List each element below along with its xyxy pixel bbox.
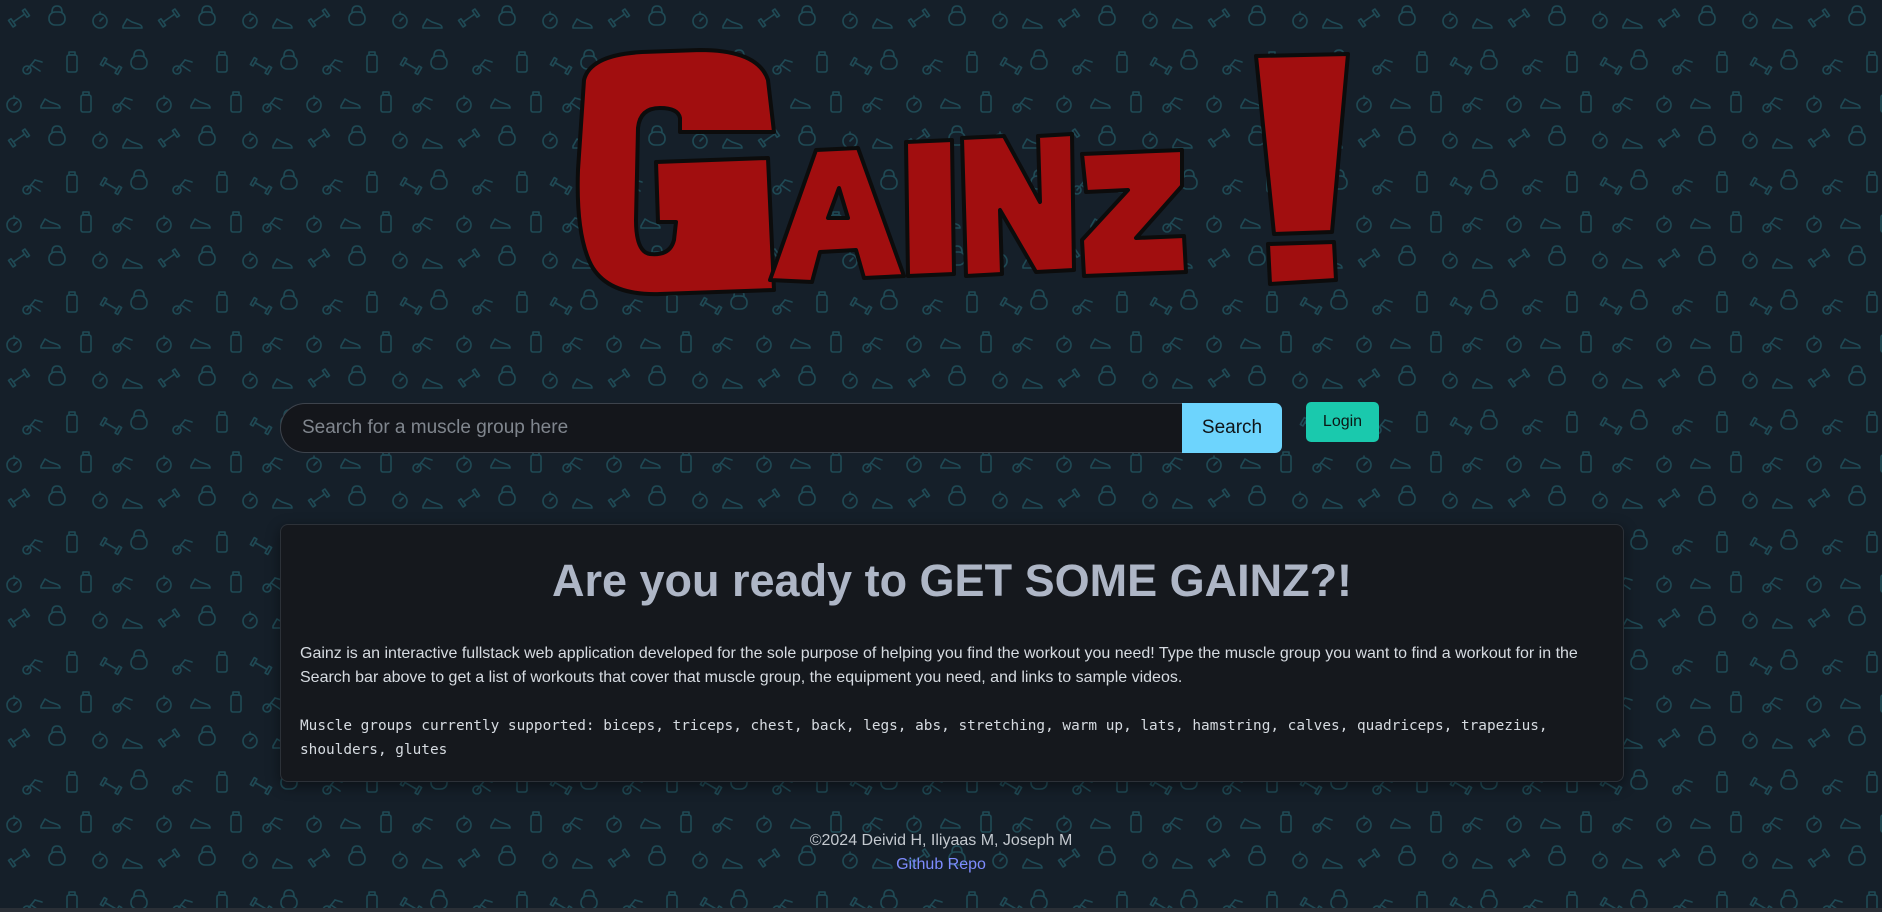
login-button[interactable]: Login bbox=[1306, 402, 1379, 442]
page-title: Are you ready to GET SOME GAINZ?! bbox=[551, 555, 1353, 606]
intro-card: Are you ready to GET SOME GAINZ?! Gainz … bbox=[280, 524, 1624, 782]
search-input[interactable] bbox=[280, 403, 1182, 453]
github-repo-link[interactable]: Github Repo bbox=[896, 853, 986, 877]
search-button[interactable]: Search bbox=[1182, 403, 1282, 453]
app-description: Gainz is an interactive fullstack web ap… bbox=[300, 645, 1578, 686]
bottom-border bbox=[0, 908, 1882, 912]
footer: ©2024 Deivid H, Iliyaas M, Joseph M Gith… bbox=[0, 829, 1882, 877]
supported-muscle-groups: Muscle groups currently supported: bicep… bbox=[300, 718, 1548, 758]
gainz-logo bbox=[530, 40, 1360, 310]
footer-credit: ©2024 Deivid H, Iliyaas M, Joseph M bbox=[809, 832, 1073, 849]
